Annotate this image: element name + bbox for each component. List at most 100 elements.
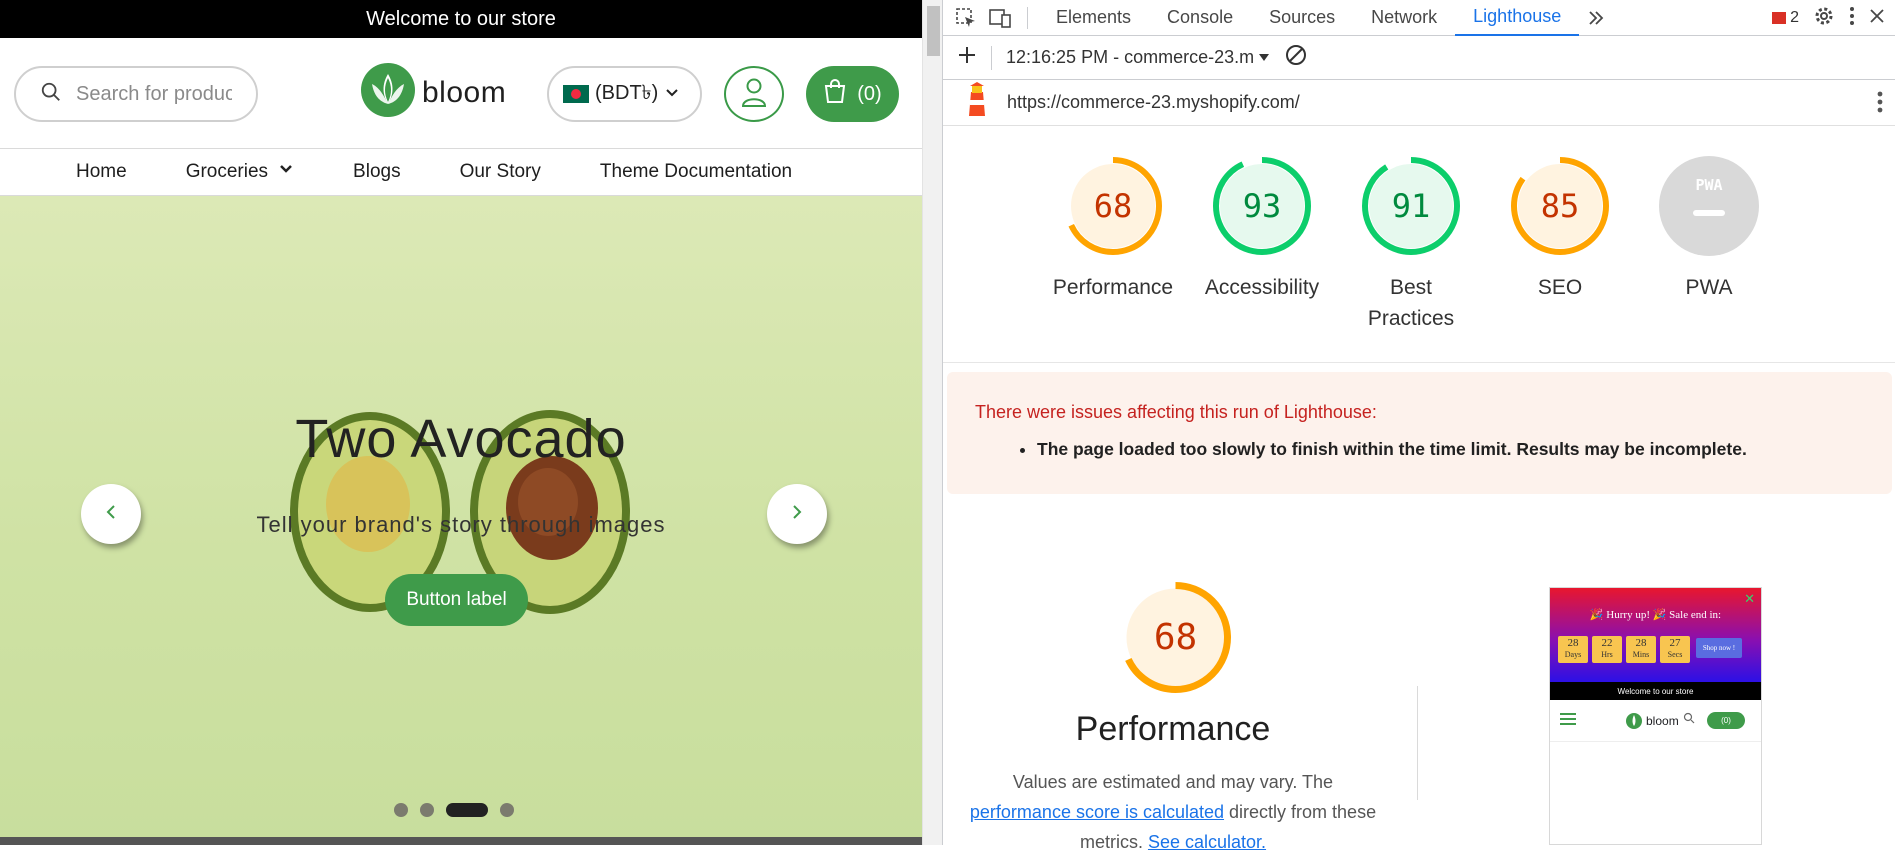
vertical-divider: [1417, 686, 1418, 800]
announcement-bar: Welcome to our store: [0, 0, 922, 38]
score-calculated-link[interactable]: performance score is calculated: [970, 802, 1224, 822]
score-gauge-accessibility[interactable]: 93 Accessibility: [1205, 156, 1319, 334]
slide-dot[interactable]: [500, 803, 514, 817]
error-icon: [1772, 12, 1787, 24]
hero-title: Two Avocado: [295, 409, 627, 469]
performance-gauge[interactable]: 68: [1118, 580, 1233, 695]
slide-indicators: [394, 803, 514, 817]
final-screenshot-thumbnail[interactable]: ✕ 🎉 Hurry up! 🎉 Sale end in: 28 Days 22 Hr…: [1549, 587, 1762, 845]
countdown-days: 28 Days: [1558, 636, 1588, 663]
score-gauge-performance[interactable]: 68 Performance: [1053, 156, 1173, 334]
hero-slideshow: Two Avocado Tell your brand's story thro…: [0, 196, 922, 845]
gauge-score: PWA: [1695, 176, 1723, 194]
gauge-score: 93: [1242, 187, 1282, 225]
plus-icon[interactable]: [957, 45, 977, 70]
devtools-actions: 2: [1772, 0, 1895, 36]
previous-slide-button[interactable]: [81, 484, 141, 544]
countdown-secs: 27 Secs: [1660, 636, 1690, 663]
gauge-label: SEO: [1537, 276, 1583, 299]
main-navigation: Home Groceries Blogs Our Story Theme Doc…: [0, 148, 922, 196]
gauge-ring: 85: [1510, 156, 1610, 256]
gauge-ring: 91: [1361, 156, 1461, 256]
thumbnail-logo: bloom: [1625, 712, 1679, 730]
see-calculator-link[interactable]: See calculator.: [1148, 832, 1266, 852]
dropdown-caret-icon: [1259, 53, 1270, 61]
gauge-score: 68: [1093, 187, 1133, 225]
device-toolbar-icon[interactable]: [983, 1, 1017, 35]
sale-banner: ✕ 🎉 Hurry up! 🎉 Sale end in: 28 Days 22 Hr…: [1550, 588, 1761, 682]
nav-item-home[interactable]: Home: [76, 161, 127, 183]
page-scrollbar[interactable]: [922, 0, 942, 845]
performance-description: Values are estimated and may vary. The p…: [963, 767, 1383, 857]
gauge-score: 91: [1391, 187, 1431, 225]
tab-sources[interactable]: Sources: [1251, 0, 1353, 36]
slide-dot[interactable]: [420, 803, 434, 817]
countdown: 28 Days 22 Hrs 28 Mins 27 Secs Shop now !: [1558, 636, 1742, 663]
search-icon: [40, 81, 62, 108]
currency-label: (BDT৳): [595, 81, 659, 104]
thumbnail-logo-text: bloom: [1646, 714, 1679, 728]
nav-item-groceries-label: Groceries: [185, 161, 269, 182]
countdown-mins: 28 Mins: [1626, 636, 1656, 663]
score-gauge-best-practices[interactable]: 91 Best Practices: [1361, 156, 1461, 334]
bangladesh-flag-icon: [563, 85, 589, 103]
gauge-ring: 93: [1212, 156, 1312, 256]
search-box[interactable]: [14, 66, 258, 122]
hero-button[interactable]: Button label: [385, 574, 528, 626]
score-gauge-seo[interactable]: 85 SEO: [1510, 156, 1610, 334]
store-logo[interactable]: bloom: [360, 62, 506, 123]
nav-item-theme-documentation[interactable]: Theme Documentation: [600, 161, 792, 183]
settings-gear-icon[interactable]: [1813, 5, 1835, 32]
tab-lighthouse[interactable]: Lighthouse: [1455, 0, 1580, 36]
nav-item-blogs[interactable]: Blogs: [353, 161, 401, 183]
gauge-label: Performance: [1052, 276, 1174, 299]
issue-item: The page loaded too slowly to finish wit…: [1037, 439, 1892, 460]
tab-console[interactable]: Console: [1149, 0, 1251, 36]
report-time: 12:16:25 PM - commerce-23.m: [1006, 47, 1255, 67]
report-url: https://commerce-23.myshopify.com/: [1007, 92, 1300, 112]
currency-selector[interactable]: (BDT৳): [547, 66, 702, 122]
chevron-right-icon: [788, 503, 806, 526]
more-options-icon[interactable]: [1849, 6, 1855, 31]
logo-text: bloom: [422, 75, 507, 109]
chevron-down-icon: [664, 83, 680, 106]
nav-item-our-story[interactable]: Our Story: [460, 161, 541, 183]
tabbar-divider: [1027, 6, 1028, 29]
scrollbar-thumb[interactable]: [927, 6, 940, 56]
thumbnail-header: bloom (0): [1550, 700, 1761, 742]
close-icon[interactable]: [1869, 8, 1885, 29]
tab-network[interactable]: Network: [1353, 0, 1455, 36]
search-input[interactable]: [74, 81, 234, 107]
thumbnail-welcome-bar: Welcome to our store: [1550, 682, 1761, 700]
inspect-element-icon[interactable]: [949, 1, 983, 35]
store-header: bloom (BDT৳) (0): [0, 38, 922, 148]
tab-elements[interactable]: Elements: [1038, 0, 1149, 36]
error-counter[interactable]: 2: [1772, 9, 1799, 27]
nav-item-groceries[interactable]: Groceries: [186, 161, 294, 183]
hamburger-menu-icon: [1560, 712, 1576, 729]
slide-dot-active[interactable]: [446, 803, 488, 817]
announcement-text: Welcome to our store: [366, 7, 556, 30]
clear-block-icon[interactable]: [1284, 43, 1308, 72]
countdown-hours: 22 Hrs: [1592, 636, 1622, 663]
gauge-ring: PWA: [1659, 156, 1759, 256]
hero-bottom-strip: [0, 837, 922, 845]
more-tabs-icon[interactable]: [1579, 1, 1613, 35]
gauge-label: PWA: [1685, 276, 1733, 299]
next-slide-button[interactable]: [767, 484, 827, 544]
gauge-score: 85: [1540, 187, 1580, 225]
chevron-down-icon: [278, 161, 294, 183]
slide-dot[interactable]: [394, 803, 408, 817]
account-button[interactable]: [724, 66, 784, 122]
report-selector[interactable]: 12:16:25 PM - commerce-23.m: [1006, 47, 1270, 68]
close-icon: ✕: [1744, 591, 1755, 606]
lighthouse-logo-icon: [963, 82, 991, 123]
chevron-left-icon: [102, 503, 120, 526]
report-menu-icon[interactable]: [1877, 90, 1883, 119]
error-count: 2: [1790, 9, 1799, 26]
section-divider: [943, 362, 1895, 363]
score-gauge-pwa[interactable]: PWA PWA: [1659, 156, 1759, 334]
cart-button[interactable]: (0): [806, 66, 899, 122]
user-icon: [741, 77, 767, 112]
performance-score: 68: [1153, 617, 1198, 658]
